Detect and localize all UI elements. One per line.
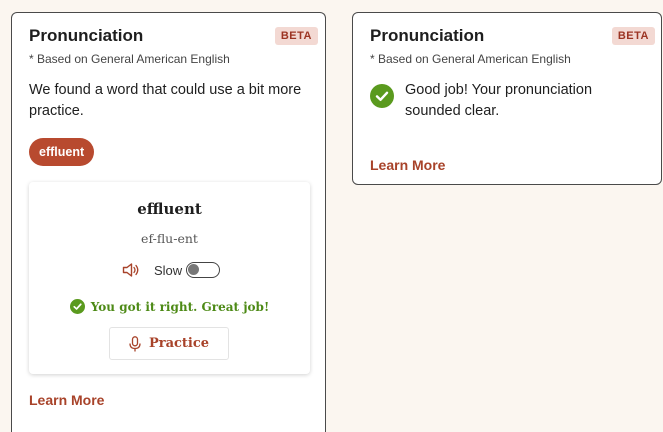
card-subtitle: * Based on General American English <box>29 52 230 66</box>
pronunciation-card-practice: Pronunciation BETA * Based on General Am… <box>11 12 326 432</box>
check-circle-icon <box>370 84 394 108</box>
feedback-message: We found a word that could use a bit mor… <box>29 82 302 119</box>
success-text: You got it right. Great job! <box>90 299 270 314</box>
beta-badge: BETA <box>274 27 318 45</box>
pronunciation-card-success: Pronunciation BETA * Based on General Am… <box>352 12 662 185</box>
audio-controls: Slow <box>122 260 221 280</box>
beta-badge: BETA <box>611 27 655 45</box>
feedback-message: Good job! Your pronunciation sounded cle… <box>405 82 593 119</box>
learn-more-link[interactable]: Learn More <box>29 392 104 408</box>
practice-button[interactable]: Practice <box>109 327 229 360</box>
status-row: Good job! Your pronunciation sounded cle… <box>370 80 615 122</box>
practice-label: Practice <box>148 336 210 351</box>
card-title: Pronunciation <box>29 26 144 45</box>
speaker-icon[interactable] <box>122 262 140 278</box>
slow-label: Slow <box>154 262 183 278</box>
check-circle-icon <box>69 299 85 314</box>
word-syllables: ef-flu-ent <box>141 231 198 246</box>
learn-more-link[interactable]: Learn More <box>370 157 445 173</box>
practice-word: effluent <box>137 200 202 218</box>
word-chip-effluent[interactable]: effluent <box>29 138 95 166</box>
success-feedback: You got it right. Great job! <box>29 299 310 314</box>
slow-toggle[interactable] <box>186 262 221 278</box>
toggle-knob <box>188 264 200 275</box>
microphone-icon <box>129 335 141 351</box>
card-subtitle: * Based on General American English <box>370 52 571 66</box>
word-practice-panel: effluent ef-flu-ent Slow You got it righ… <box>29 182 310 374</box>
card-title: Pronunciation <box>370 26 485 45</box>
